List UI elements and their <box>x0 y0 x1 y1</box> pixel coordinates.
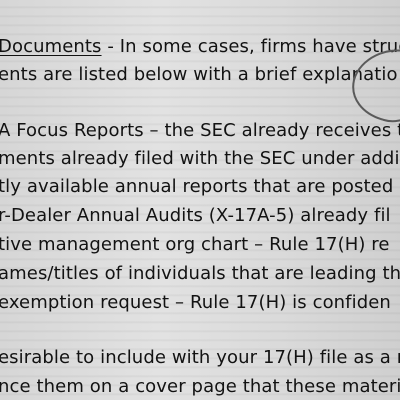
section-heading: Documents <box>0 36 102 57</box>
document-page: Documents - In some cases, firms have st… <box>0 0 400 400</box>
pen-scribble-mark <box>352 49 400 123</box>
closing-line-1: esirable to include with your 17(H) file… <box>0 347 400 368</box>
intro-line-2: ents are listed below with a brief expla… <box>0 64 398 85</box>
closing-line-2: nce them on a cover page that these mate… <box>0 376 400 397</box>
list-item: r-Dealer Annual Audits (X-17A-5) already… <box>0 205 391 226</box>
list-item: tive management org chart – Rule 17(H) r… <box>0 234 390 255</box>
list-item: exemption request – Rule 17(H) is confid… <box>0 292 391 313</box>
list-item: ments already filed with the SEC under a… <box>0 148 400 169</box>
list-item: tly available annual reports that are po… <box>0 176 394 197</box>
list-item: ames/titles of individuals that are lead… <box>0 263 400 284</box>
